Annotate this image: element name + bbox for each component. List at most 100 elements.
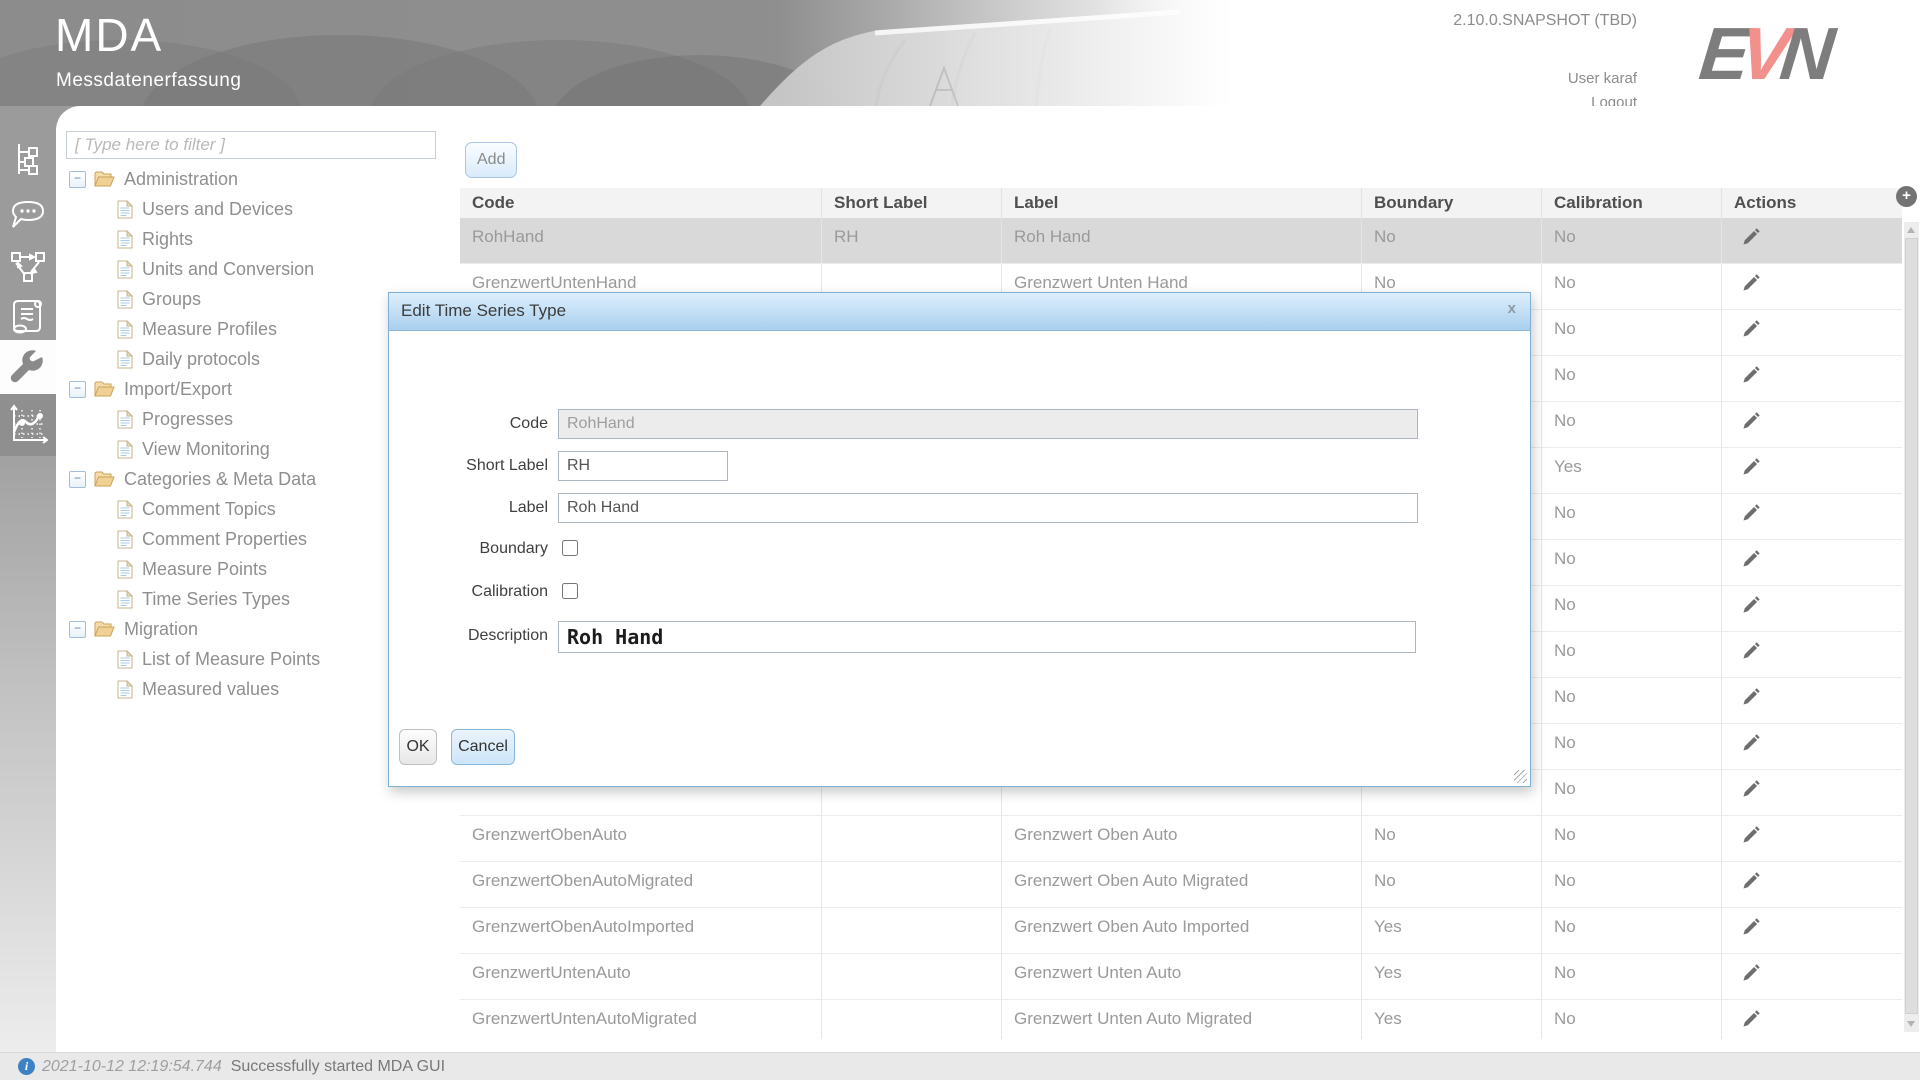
add-button[interactable]: Add (465, 142, 518, 178)
short-label-field[interactable] (558, 451, 728, 481)
description-field[interactable] (558, 621, 1416, 653)
version-label: 2.10.0.SNAPSHOT (TBD) (1453, 12, 1637, 29)
cell-calibration: No (1542, 770, 1722, 815)
collapse-icon[interactable]: − (69, 170, 86, 188)
cell-boundary: Yes (1362, 908, 1542, 953)
collapse-icon[interactable]: − (69, 380, 86, 398)
tree-item[interactable]: Units and Conversion (56, 254, 456, 284)
cell-short-label (822, 908, 1002, 953)
label-field[interactable] (558, 493, 1418, 523)
edit-icon[interactable] (1740, 962, 1762, 989)
cancel-button[interactable]: Cancel (451, 729, 515, 765)
sidebar-item-settings[interactable] (0, 340, 56, 394)
table-row[interactable]: GrenzwertObenAuto Grenzwert Oben Auto No No (460, 816, 1902, 862)
cell-boundary: No (1362, 218, 1542, 263)
edit-icon[interactable] (1740, 824, 1762, 851)
cell-actions (1722, 862, 1902, 907)
column-header-label[interactable]: Label (1002, 188, 1362, 218)
table-row[interactable]: RohHand RH Roh Hand No No (460, 218, 1902, 264)
edit-icon[interactable] (1740, 594, 1762, 621)
tree-folder[interactable]: − Administration (56, 164, 456, 194)
sidebar-item-charts[interactable] (0, 394, 56, 456)
folder-icon (94, 171, 115, 186)
boundary-checkbox[interactable] (562, 540, 578, 556)
edit-icon[interactable] (1740, 410, 1762, 437)
cell-boundary: No (1362, 816, 1542, 861)
table-row[interactable]: GrenzwertObenAutoMigrated Grenzwert Oben … (460, 862, 1902, 908)
collapse-icon[interactable]: − (69, 620, 86, 638)
close-icon[interactable]: x (1508, 300, 1516, 317)
scroll-down-icon[interactable] (1907, 1021, 1915, 1027)
cell-boundary: No (1362, 862, 1542, 907)
app-title: MDA (55, 9, 164, 61)
column-header-calibration[interactable]: Calibration (1542, 188, 1722, 218)
table-row[interactable]: GrenzwertObenAutoImported Grenzwert Oben … (460, 908, 1902, 954)
edit-icon[interactable] (1740, 778, 1762, 805)
cell-calibration: No (1542, 402, 1722, 447)
tree-item-label: View Monitoring (142, 438, 270, 459)
edit-icon[interactable] (1740, 640, 1762, 667)
table-row[interactable]: GrenzwertUntenAutoMigrated Grenzwert Unte… (460, 1000, 1902, 1039)
edit-icon[interactable] (1740, 456, 1762, 483)
tree-item-label: Comment Topics (142, 498, 276, 519)
cell-actions (1722, 264, 1902, 309)
edit-icon[interactable] (1740, 318, 1762, 345)
tree-filter-input[interactable] (66, 131, 436, 159)
folder-icon (94, 621, 115, 636)
document-icon (117, 649, 133, 668)
calibration-checkbox[interactable] (562, 583, 578, 599)
tree-item-label: Comment Properties (142, 528, 308, 549)
edit-icon[interactable] (1740, 916, 1762, 943)
cell-short-label (822, 954, 1002, 999)
scrollbar-thumb[interactable] (1905, 238, 1918, 1014)
scroll-up-icon[interactable] (1907, 227, 1915, 233)
column-header-boundary[interactable]: Boundary (1362, 188, 1542, 218)
protocol-icon (13, 300, 42, 334)
column-header-code[interactable]: Code (460, 188, 822, 218)
tree-item[interactable]: Rights (56, 224, 456, 254)
resize-grip[interactable] (1514, 770, 1527, 783)
tree-folder-label: Categories & Meta Data (124, 468, 317, 489)
edit-icon[interactable] (1740, 870, 1762, 897)
tree-item-label: Users and Devices (142, 198, 294, 219)
sidebar-item-hierarchy[interactable] (0, 134, 56, 186)
cell-actions (1722, 816, 1902, 861)
edit-icon[interactable] (1740, 226, 1762, 253)
info-icon: i (18, 1058, 35, 1075)
cell-actions (1722, 724, 1902, 769)
document-icon (117, 439, 133, 458)
cell-calibration: No (1542, 540, 1722, 585)
edit-icon[interactable] (1740, 732, 1762, 759)
document-icon (117, 289, 133, 308)
dialog-titlebar[interactable]: Edit Time Series Type x (389, 293, 1530, 331)
label-label: Label (508, 499, 548, 516)
sidebar-item-protocol[interactable] (0, 290, 56, 342)
cell-label: Grenzwert Unten Auto Migrated (1002, 1000, 1362, 1039)
comments-icon (11, 200, 45, 228)
document-icon (117, 559, 133, 578)
table-row[interactable]: GrenzwertUntenAuto Grenzwert Unten Auto Ye… (460, 954, 1902, 1000)
column-header-short-label[interactable]: Short Label (822, 188, 1002, 218)
edit-icon[interactable] (1740, 1008, 1762, 1035)
dialog-title: Edit Time Series Type (401, 301, 567, 320)
document-icon (117, 679, 133, 698)
vertical-scrollbar[interactable] (1904, 222, 1919, 1032)
edit-icon[interactable] (1740, 548, 1762, 575)
sidebar-item-comments[interactable] (0, 188, 56, 240)
tree-item-label: Measure Points (142, 558, 268, 579)
tree-item[interactable]: Users and Devices (56, 194, 456, 224)
table-config-icon[interactable]: + (1896, 186, 1917, 207)
edit-icon[interactable] (1740, 502, 1762, 529)
collapse-icon[interactable]: − (69, 470, 86, 488)
edit-icon[interactable] (1740, 272, 1762, 299)
cell-short-label (822, 816, 1002, 861)
edit-icon[interactable] (1740, 364, 1762, 391)
cell-label: Grenzwert Oben Auto Migrated (1002, 862, 1362, 907)
cell-code: RohHand (460, 218, 822, 263)
ok-button[interactable]: OK (399, 729, 437, 765)
tree-item-label: List of Measure Points (142, 648, 321, 669)
edit-icon[interactable] (1740, 686, 1762, 713)
sidebar-item-workflow[interactable] (0, 240, 56, 292)
cell-calibration: No (1542, 310, 1722, 355)
tree-item-label: Units and Conversion (142, 258, 315, 279)
